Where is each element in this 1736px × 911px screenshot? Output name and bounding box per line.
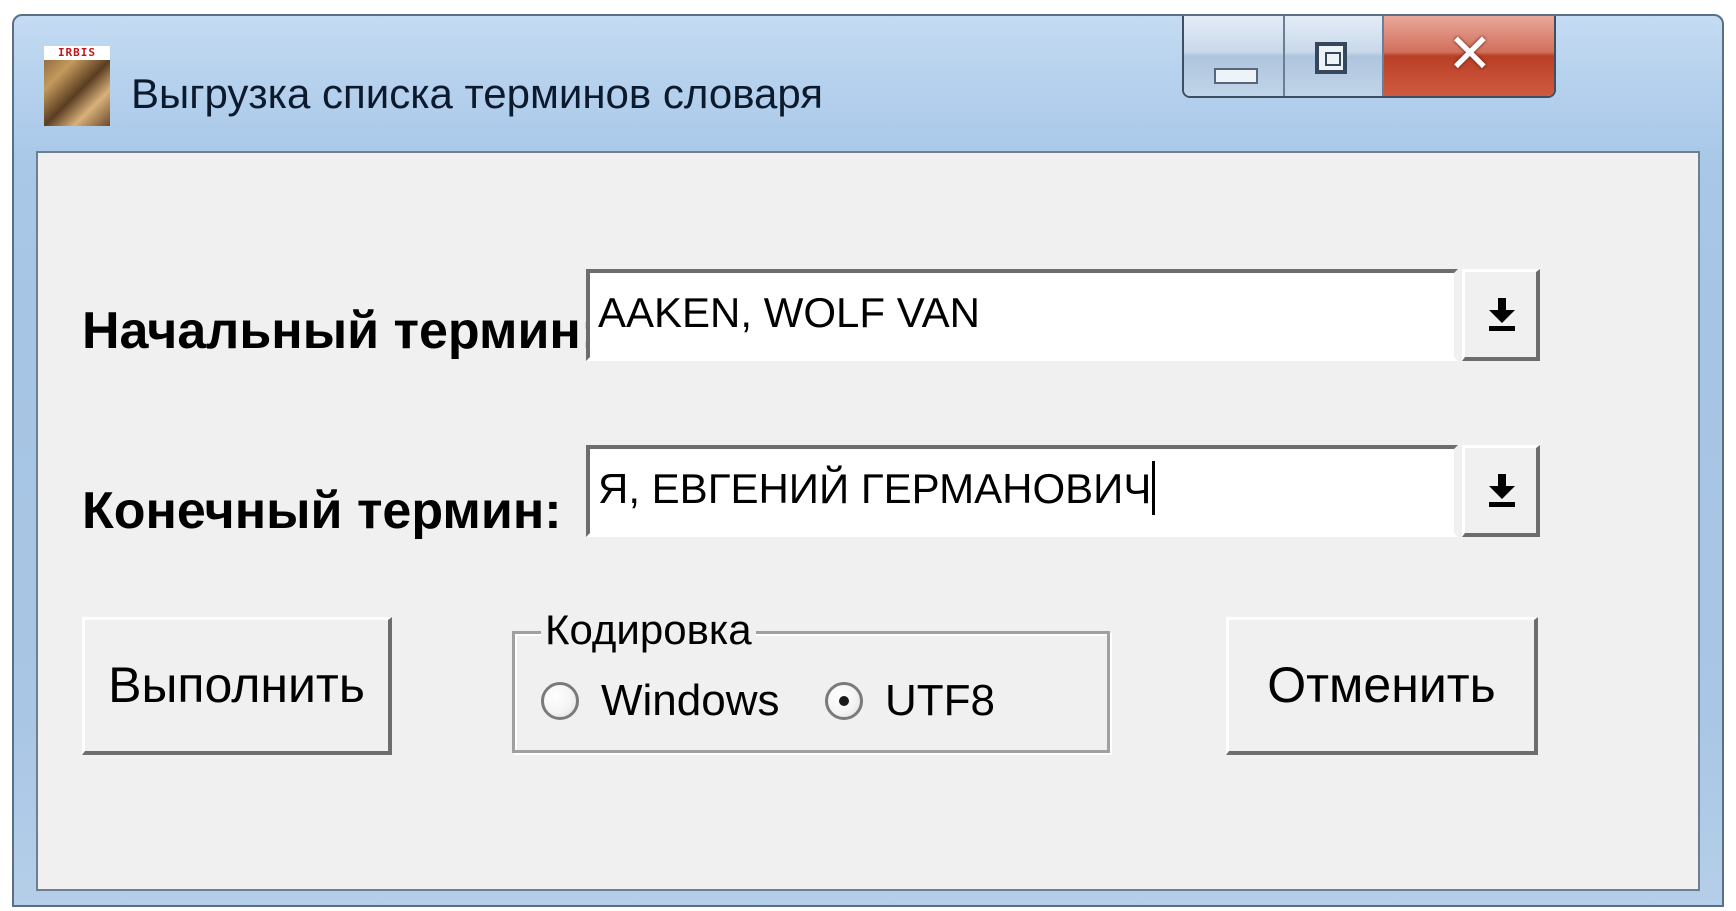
start-term-value: AAKEN, WOLF VAN [598,289,980,336]
close-button[interactable]: ✕ [1383,16,1554,96]
end-term-combobox[interactable]: Я, ЕВГЕНИЙ ГЕРМАНОВИЧ [586,445,1542,537]
maximize-button[interactable] [1284,16,1384,96]
close-icon: ✕ [1447,22,1493,85]
start-term-label: Начальный термин: [82,302,599,360]
end-term-label: Конечный термин: [82,482,562,540]
start-term-input[interactable]: AAKEN, WOLF VAN [586,269,1458,361]
maximize-icon [1314,42,1347,74]
encoding-utf8-label[interactable]: UTF8 [885,676,995,726]
cancel-button[interactable]: Отменить [1226,617,1538,755]
window-title: Выгрузка списка терминов словаря [131,70,824,117]
minimize-icon [1214,68,1258,84]
end-term-value: Я, ЕВГЕНИЙ ГЕРМАНОВИЧ [598,465,1152,512]
encoding-groupbox: Кодировка Windows UTF8 [512,606,1110,753]
start-term-dropdown-button[interactable] [1462,269,1540,361]
app-icon-label: IRBIS [44,46,110,60]
start-term-combobox[interactable]: AAKEN, WOLF VAN [586,269,1542,361]
end-term-dropdown-button[interactable] [1462,445,1540,537]
down-arrow-icon [1489,298,1515,331]
radio-circle-unchecked[interactable] [541,682,579,720]
text-caret [1152,461,1156,515]
down-arrow-icon [1489,474,1515,507]
export-dictionary-terms-window: IRBIS Выгрузка списка терминов словаря ✕… [12,14,1724,907]
encoding-windows-label[interactable]: Windows [601,676,780,726]
encoding-windows-radio[interactable]: Windows [541,676,780,726]
minimize-button[interactable] [1184,16,1285,96]
radio-circle-checked[interactable] [825,682,863,720]
title-bar[interactable]: IRBIS Выгрузка списка терминов словаря ✕ [14,16,1722,151]
encoding-legend: Кодировка [541,606,756,654]
end-term-input[interactable]: Я, ЕВГЕНИЙ ГЕРМАНОВИЧ [586,445,1458,537]
dialog-client-area: Начальный термин: AAKEN, WOLF VAN Конечн… [36,151,1700,891]
run-button[interactable]: Выполнить [82,617,392,755]
caption-buttons: ✕ [1182,16,1556,98]
irbis-leopard-icon: IRBIS [44,46,110,126]
encoding-utf8-radio[interactable]: UTF8 [825,676,995,726]
radio-selected-dot [839,696,849,706]
